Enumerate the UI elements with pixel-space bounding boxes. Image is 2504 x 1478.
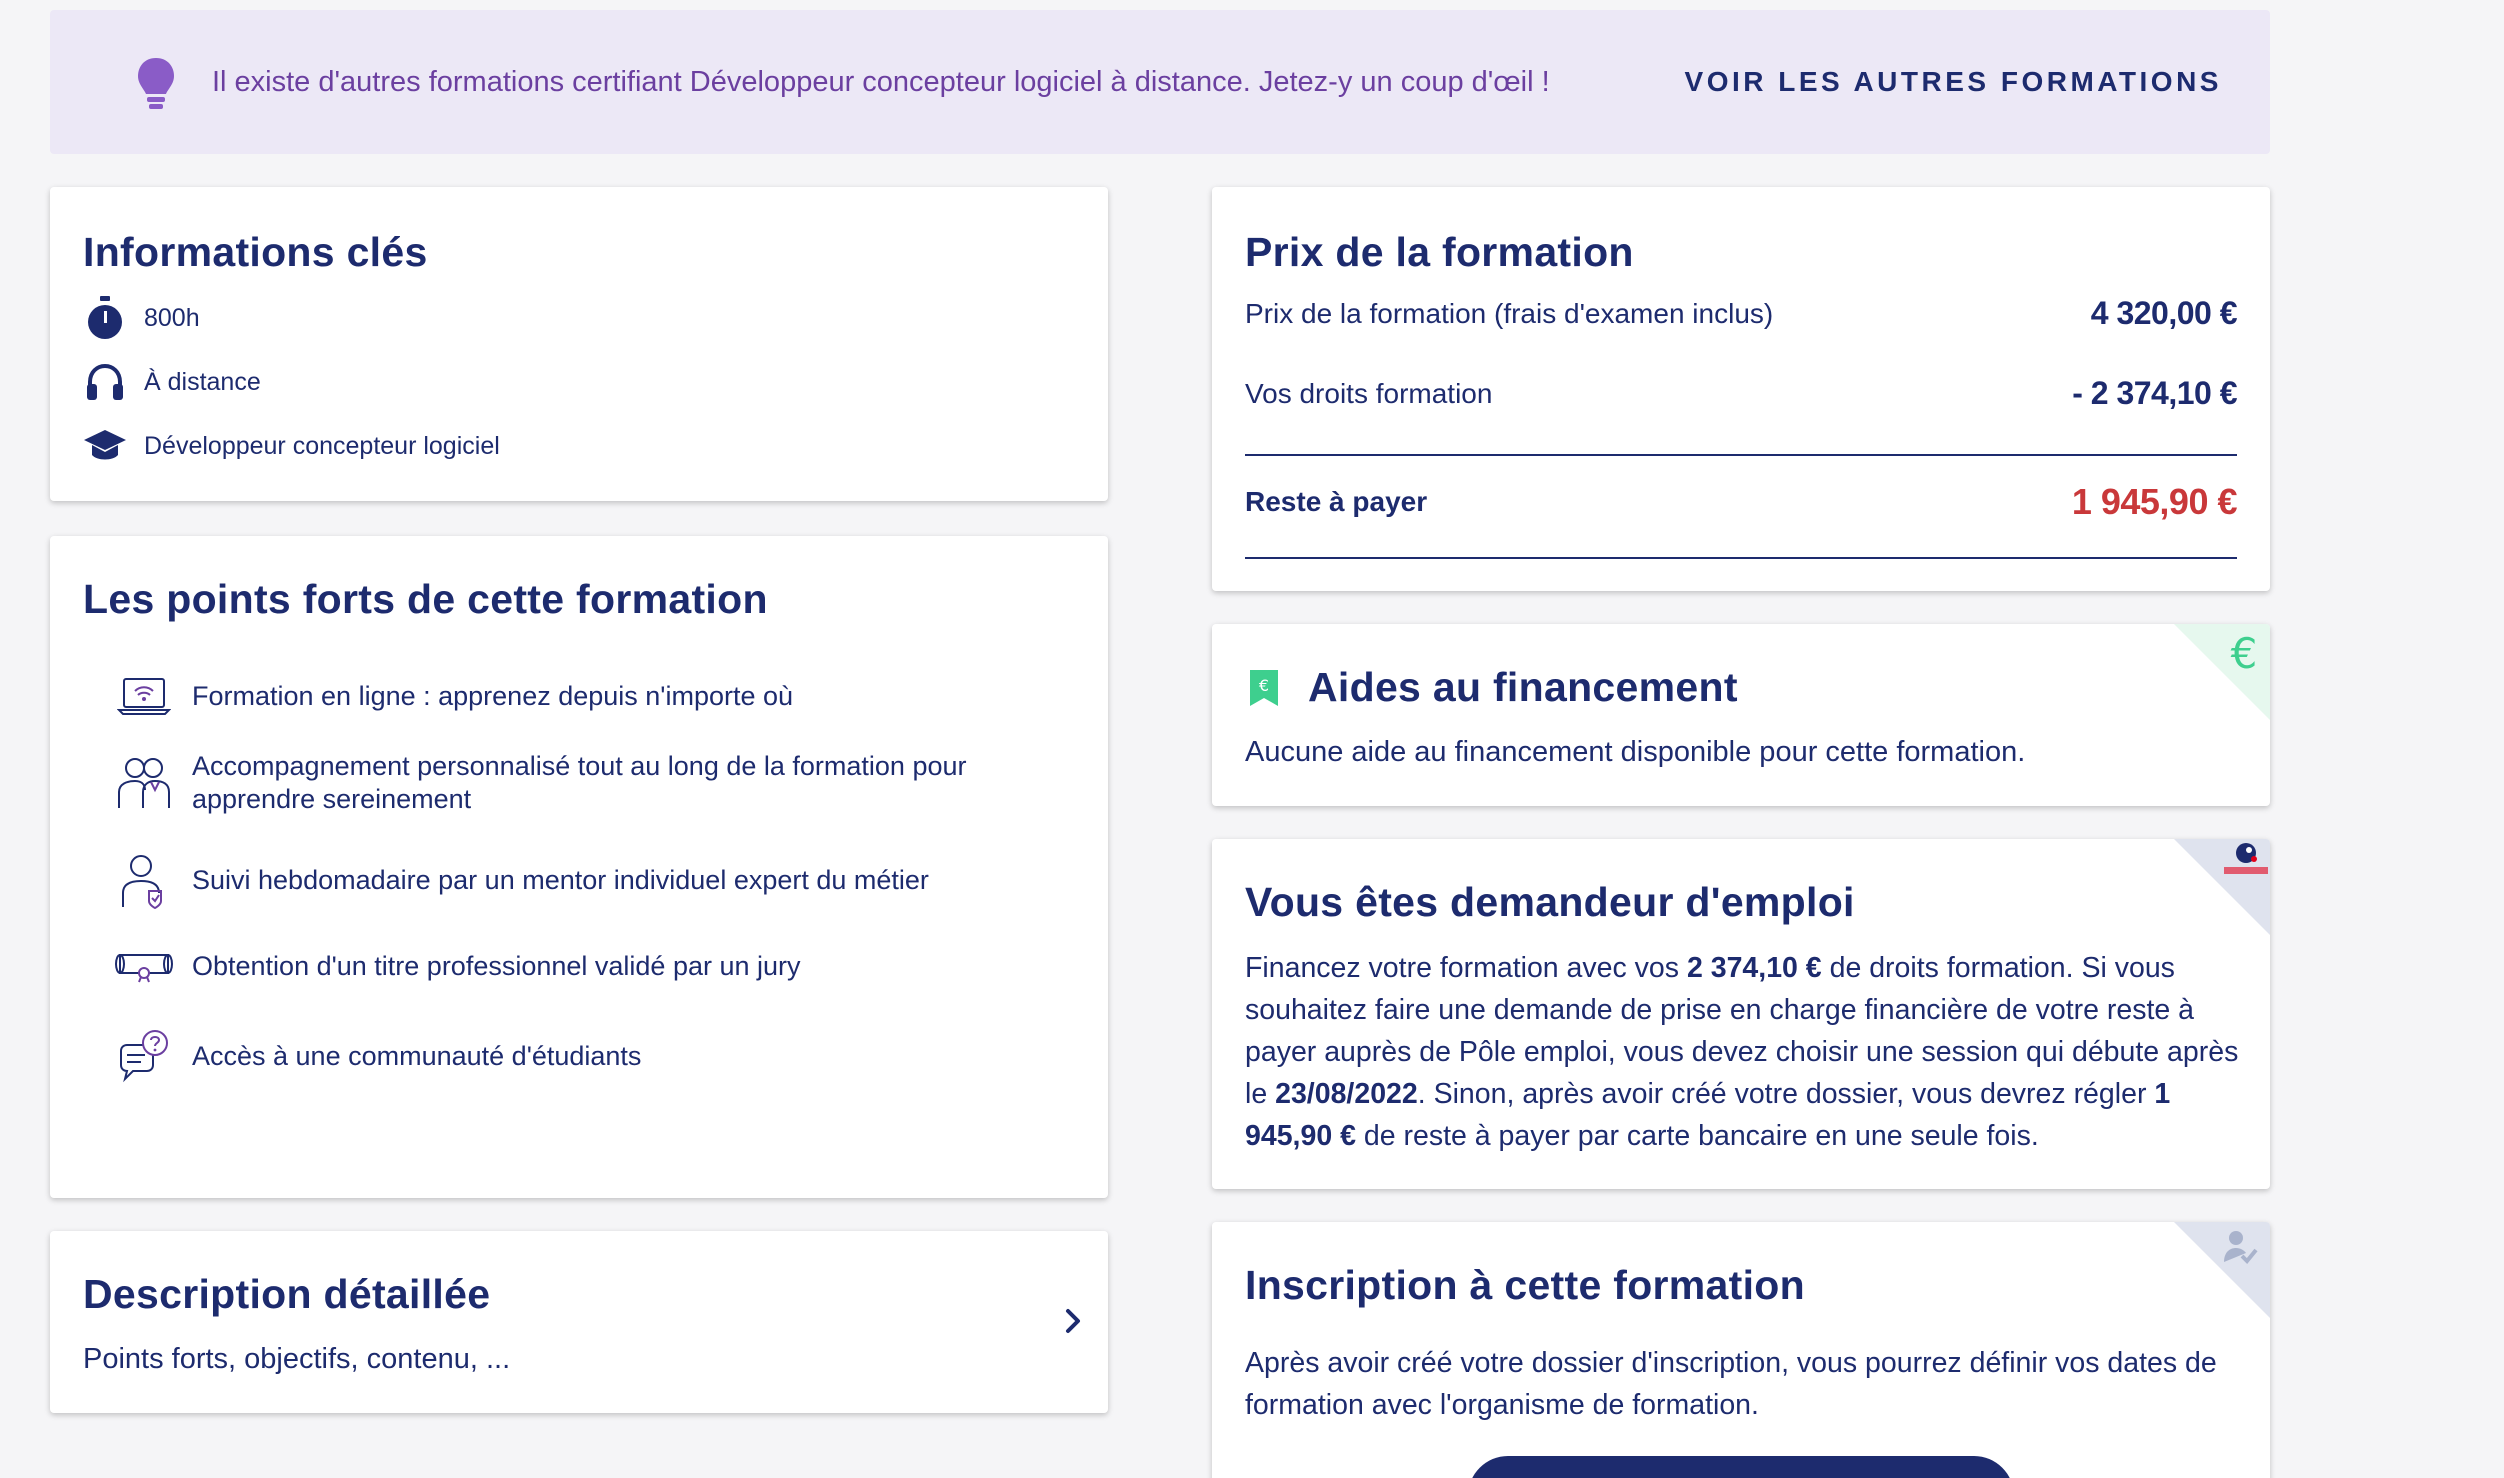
session-date: 23/08/2022 xyxy=(1275,1078,1418,1110)
description-title: Description détaillée xyxy=(83,1271,491,1317)
create-dossier-button[interactable] xyxy=(1468,1456,2014,1478)
highlights-title: Les points forts de cette formation xyxy=(83,576,768,622)
highlight-label: Formation en ligne : apprenez depuis n'i… xyxy=(192,681,794,711)
info-item-label: À distance xyxy=(144,367,261,396)
highlight-item: Obtention d'un titre professionnel valid… xyxy=(114,936,1072,996)
info-item-mode: À distance xyxy=(83,357,261,407)
funding-aid-title: Aides au financement xyxy=(1308,664,1738,710)
info-item-label: 800h xyxy=(144,303,200,332)
price-row-value: 4 320,00 € xyxy=(2090,295,2238,331)
highlights-card: Les points forts de cette formation Form… xyxy=(50,536,1108,1198)
funding-aid-text: Aucune aide au financement disponible po… xyxy=(1245,736,2026,768)
funding-aid-card: € € Aides au financement Aucune aide au … xyxy=(1212,624,2270,806)
highlight-label: Suivi hebdomadaire par un mentor individ… xyxy=(192,865,929,895)
rights-amount: 2 374,10 € xyxy=(1686,952,1822,984)
euro-icon: € xyxy=(2174,624,2270,720)
graduation-cap-icon xyxy=(83,424,127,468)
description-subtitle: Points forts, objectifs, contenu, ... xyxy=(83,1343,511,1375)
mentor-icon xyxy=(114,850,174,910)
info-banner: Il existe d'autres formations certifiant… xyxy=(50,10,2270,154)
stopwatch-icon xyxy=(83,296,127,340)
info-item-label: Développeur concepteur logiciel xyxy=(144,431,500,460)
price-card: Prix de la formation Prix de la formatio… xyxy=(1212,187,2270,591)
highlight-label: Accès à une communauté d'étudiants xyxy=(192,1041,642,1071)
info-item-duration: 800h xyxy=(83,293,200,343)
key-info-card: Informations clés 800h À distance Dévelo… xyxy=(50,187,1108,501)
lightbulb-icon xyxy=(138,58,174,109)
price-divider xyxy=(1245,557,2237,559)
registration-title: Inscription à cette formation xyxy=(1245,1262,1805,1308)
highlight-item: Accès à une communauté d'étudiants xyxy=(114,1026,1072,1086)
highlight-item: Formation en ligne : apprenez depuis n'i… xyxy=(114,666,1072,726)
headphones-icon xyxy=(83,360,127,404)
highlight-item: Suivi hebdomadaire par un mentor individ… xyxy=(114,850,1072,910)
info-item-certification: Développeur concepteur logiciel xyxy=(83,421,500,471)
banner-message: Il existe d'autres formations certifiant… xyxy=(212,66,1550,98)
price-row-label: Prix de la formation (frais d'examen inc… xyxy=(1245,297,1774,329)
svg-text:€: € xyxy=(1259,676,1269,695)
highlight-item: Accompagnement personnalisé tout au long… xyxy=(114,751,1072,816)
laptop-wifi-icon xyxy=(114,666,174,726)
price-divider xyxy=(1245,454,2237,456)
rights-row: Vos droits formation - 2 374,10 € xyxy=(1245,375,2237,412)
diploma-icon xyxy=(114,936,174,996)
job-seeker-card: Vous êtes demandeur d'emploi Financez vo… xyxy=(1212,839,2270,1189)
see-other-trainings-link[interactable]: VOIR LES AUTRES FORMATIONS xyxy=(1685,10,2222,154)
remaining-value: 1 945,90 € xyxy=(2071,481,2238,522)
registration-card: Inscription à cette formation Après avoi… xyxy=(1212,1222,2270,1478)
price-title: Prix de la formation xyxy=(1245,229,1634,275)
job-seeker-title: Vous êtes demandeur d'emploi xyxy=(1245,879,1855,925)
people-icon xyxy=(114,752,174,812)
remaining-label: Reste à payer xyxy=(1245,486,1428,517)
remaining-row: Reste à payer 1 945,90 € xyxy=(1245,481,2238,523)
rights-row-value: - 2 374,10 € xyxy=(2072,375,2237,411)
price-row: Prix de la formation (frais d'examen inc… xyxy=(1245,295,2238,332)
chevron-right-icon[interactable] xyxy=(1058,1301,1088,1341)
user-check-icon xyxy=(2174,1222,2270,1318)
key-info-title: Informations clés xyxy=(83,229,428,275)
registration-text: Après avoir créé votre dossier d'inscrip… xyxy=(1245,1347,2217,1421)
highlight-label: Obtention d'un titre professionnel valid… xyxy=(192,951,801,981)
rights-row-label: Vos droits formation xyxy=(1245,377,1493,409)
highlight-label: Accompagnement personnalisé tout au long… xyxy=(192,751,967,814)
euro-bookmark-icon: € xyxy=(1250,670,1278,706)
chat-question-icon xyxy=(114,1026,174,1086)
pole-emploi-logo xyxy=(2174,839,2270,935)
job-seeker-text: Financez votre formation avec vos 2 374,… xyxy=(1245,952,2239,1152)
detailed-description-card[interactable]: Description détaillée Points forts, obje… xyxy=(50,1231,1108,1413)
svg-text:€: € xyxy=(2231,629,2258,678)
